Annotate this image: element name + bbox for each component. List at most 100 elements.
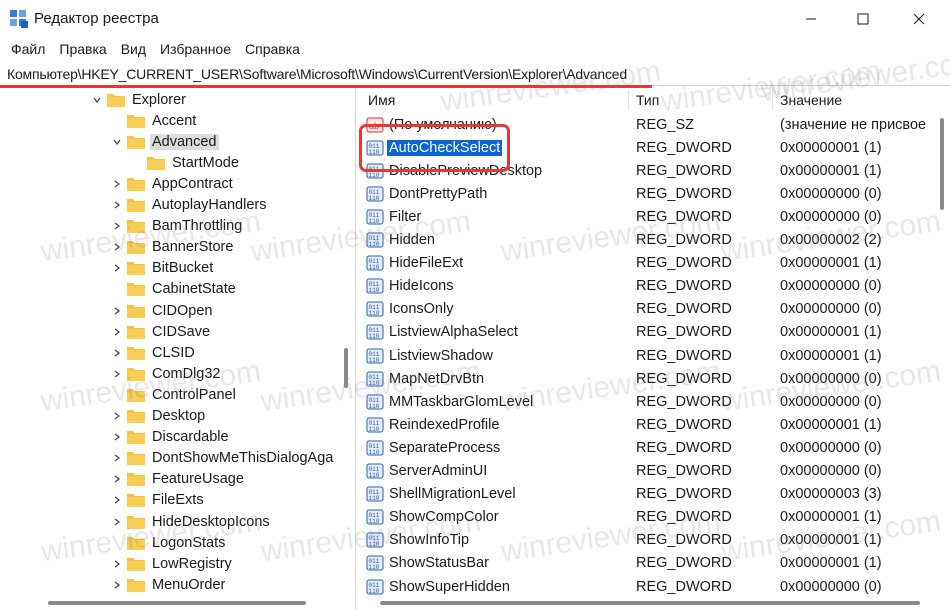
tree-item-label: Advanced [150,133,219,150]
column-name[interactable]: Имя [368,92,395,108]
tree-item[interactable]: FeatureUsage [110,469,246,490]
table-row[interactable]: 011 110 DisablePreviewDesktop REG_DWORD 0x00… [360,159,935,182]
chevron-down-icon[interactable] [110,135,124,149]
chevron-right-icon[interactable] [110,409,124,423]
tree-item[interactable]: FileExts [110,490,206,511]
list-vertical-scrollbar[interactable] [935,88,950,610]
svg-text:110: 110 [369,195,380,202]
svg-text:110: 110 [369,172,380,179]
tree-item[interactable]: MenuOrder [110,574,227,595]
no-chevron [110,536,124,550]
table-row[interactable]: 011 110 Filter REG_DWORD 0x00000000 (0) [360,205,935,228]
table-row[interactable]: 011 110 DontPrettyPath REG_DWORD 0x00000000 … [360,182,935,205]
chevron-right-icon[interactable] [110,472,124,486]
chevron-down-icon[interactable] [90,93,104,107]
tree-item[interactable]: StartMode [130,152,241,173]
maximize-button[interactable] [840,0,886,38]
menu-help[interactable]: Справка [238,41,307,57]
menu-favorites[interactable]: Избранное [153,41,238,57]
table-row[interactable]: 011 110 SeparateProcess REG_DWORD 0x00000000… [360,436,935,459]
tree-item[interactable]: Discardable [110,427,231,448]
svg-text:110: 110 [369,310,380,317]
table-row[interactable]: 011 110 ShellMigrationLevel REG_DWORD 0x0000… [360,483,935,506]
tree-item[interactable]: ControlPanel [110,384,238,405]
folder-icon [127,325,145,339]
close-button[interactable] [896,0,942,38]
tree-item-label: LowRegistry [152,555,232,572]
table-row[interactable]: 011 110 AutoCheckSelect REG_DWORD 0x00000001… [360,136,935,159]
tree-item[interactable]: BitBucket [110,258,215,279]
address-bar[interactable]: Компьютер\HKEY_CURRENT_USER\Software\Mic… [0,62,950,86]
chevron-right-icon[interactable] [110,261,124,275]
value-type: REG_DWORD [636,208,732,225]
column-type[interactable]: Тип [636,92,659,108]
menu-view[interactable]: Вид [114,41,153,57]
chevron-right-icon[interactable] [110,219,124,233]
tree-item[interactable]: CIDOpen [110,300,214,321]
table-row[interactable]: ab (По умолчанию) REG_SZ (значение не присв… [360,113,935,136]
table-row[interactable]: 011 110 ShowSuperHidden REG_DWORD 0x00000000… [360,575,935,598]
value-type: REG_DWORD [636,416,732,433]
folder-icon [127,114,145,128]
table-row[interactable]: 011 110 ListviewAlphaSelect REG_DWORD 0x0000… [360,321,935,344]
table-row[interactable]: 011 110 ShowCompColor REG_DWORD 0x00000001 (… [360,506,935,529]
chevron-right-icon[interactable] [110,325,124,339]
tree-item[interactable]: CLSID [110,342,197,363]
list-horizontal-scrollbar[interactable] [360,596,935,610]
table-row[interactable]: 011 110 IconsOnly REG_DWORD 0x00000000 (0) [360,298,935,321]
table-row[interactable]: 011 110 ReindexedProfile REG_DWORD 0x0000000… [360,413,935,436]
chevron-right-icon[interactable] [110,346,124,360]
table-row[interactable]: 011 110 ServerAdminUI REG_DWORD 0x00000000 (… [360,460,935,483]
tree-item[interactable]: CabinetState [110,279,238,300]
table-row[interactable]: 011 110 ShowStatusBar REG_DWORD 0x00000001 (… [360,552,935,575]
chevron-right-icon[interactable] [110,493,124,507]
tree-item[interactable]: HideDesktopIcons [110,511,272,532]
tree-horizontal-scrollbar[interactable] [0,596,340,610]
tree-item[interactable]: Accent [110,110,198,131]
svg-text:110: 110 [369,218,380,225]
tree-item[interactable]: LowRegistry [110,553,234,574]
tree-item[interactable]: Explorer [90,89,188,110]
minimize-button[interactable] [788,0,834,38]
tree-item[interactable]: Desktop [110,406,207,427]
value-name: ListviewShadow [389,347,493,364]
chevron-right-icon[interactable] [110,367,124,381]
menu-bar: Файл Правка Вид Избранное Справка [0,38,950,60]
chevron-right-icon[interactable] [110,515,124,529]
table-row[interactable]: 011 110 HideIcons REG_DWORD 0x00000000 (0) [360,275,935,298]
tree-item[interactable]: ComDlg32 [110,363,223,384]
chevron-right-icon[interactable] [110,578,124,592]
folder-icon [107,93,125,107]
column-value[interactable]: Значение [780,92,842,108]
tree-item[interactable]: CIDSave [110,321,212,342]
chevron-right-icon[interactable] [110,304,124,318]
value-data: 0x00000000 (0) [780,301,882,318]
tree-item[interactable]: LogonStats [110,532,227,553]
table-row[interactable]: 011 110 Hidden REG_DWORD 0x00000002 (2) [360,229,935,252]
svg-text:110: 110 [369,241,380,248]
chevron-right-icon[interactable] [110,177,124,191]
chevron-right-icon[interactable] [110,240,124,254]
tree-item-label: AppContract [152,175,233,192]
folder-icon [127,135,145,149]
menu-edit[interactable]: Правка [52,41,113,57]
value-type: REG_DWORD [636,301,732,318]
chevron-right-icon[interactable] [110,198,124,212]
tree-item[interactable]: DontShowMeThisDialogAga [110,448,335,469]
table-row[interactable]: 011 110 HideFileExt REG_DWORD 0x00000001 (1) [360,252,935,275]
menu-file[interactable]: Файл [4,41,52,57]
chevron-right-icon[interactable] [110,451,124,465]
tree-item[interactable]: Advanced [110,131,219,152]
chevron-right-icon[interactable] [110,430,124,444]
tree-item[interactable]: AutoplayHandlers [110,195,268,216]
table-row[interactable]: 011 110 ListviewShadow REG_DWORD 0x00000001 … [360,344,935,367]
tree-item[interactable]: BamThrottling [110,216,244,237]
tree-item[interactable]: AppContract [110,173,235,194]
table-row[interactable]: 011 110 MMTaskbarGlomLevel REG_DWORD 0x00000… [360,390,935,413]
chevron-right-icon[interactable] [110,557,124,571]
tree-vertical-scrollbar[interactable] [340,88,354,610]
tree-item[interactable]: BannerStore [110,237,235,258]
table-row[interactable]: 011 110 MapNetDrvBtn REG_DWORD 0x00000000 (0… [360,367,935,390]
value-data: 0x00000000 (0) [780,578,882,595]
table-row[interactable]: 011 110 ShowInfoTip REG_DWORD 0x00000001 (1) [360,529,935,552]
